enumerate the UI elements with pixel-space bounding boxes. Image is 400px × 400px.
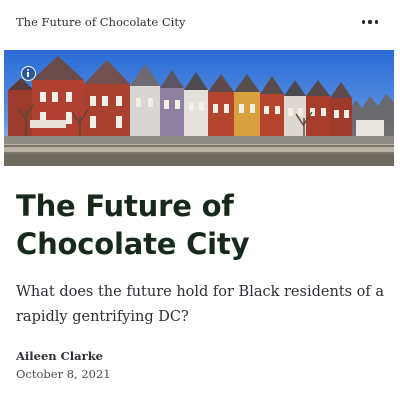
publish-date: October 8, 2021 [16, 367, 111, 381]
site-title[interactable]: The Future of Chocolate City [16, 15, 185, 29]
more-horizontal-icon [362, 20, 366, 24]
hero-image [4, 50, 394, 166]
row-houses-photo [4, 50, 394, 166]
more-dot [374, 20, 378, 24]
more-options-button[interactable] [356, 10, 384, 34]
more-dot [368, 20, 372, 24]
info-icon[interactable] [21, 66, 36, 81]
site-header: The Future of Chocolate City [0, 0, 400, 46]
article-subtitle: What does the future hold for Black resi… [16, 284, 385, 325]
article-title: The Future of Chocolate City [16, 189, 250, 261]
author-name[interactable]: Aileen Clarke [16, 349, 103, 363]
